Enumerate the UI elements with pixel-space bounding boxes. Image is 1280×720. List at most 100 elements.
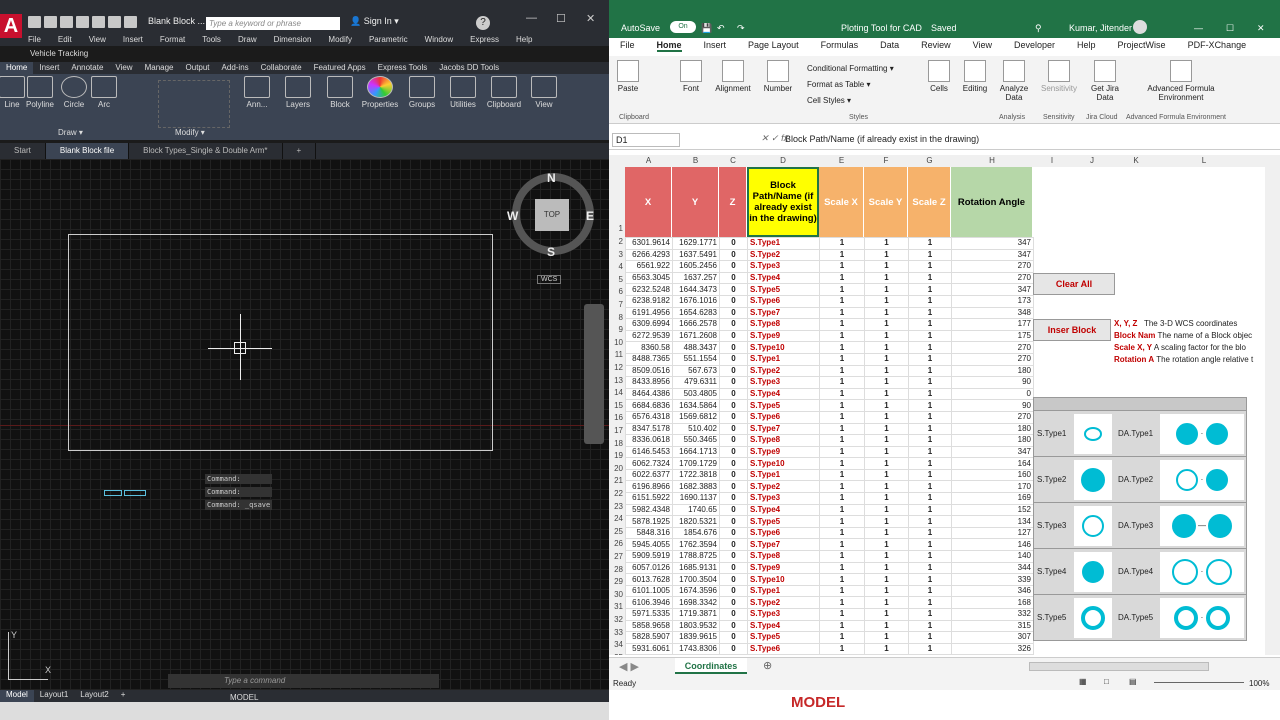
drawing-canvas[interactable]: TOP N S E W WCS	[0, 159, 609, 690]
command-input[interactable]: Type a command	[168, 674, 439, 688]
table-cell[interactable]: S.Type3	[747, 492, 820, 505]
table-cell[interactable]: 1	[864, 642, 909, 655]
advanced-formula-button[interactable]: Advanced Formula Environment	[1129, 56, 1233, 102]
arc-tool[interactable]: Arc	[84, 74, 124, 109]
table-cell[interactable]: 0	[719, 445, 748, 459]
table-cell[interactable]: 1	[908, 503, 952, 517]
row-number[interactable]: 21	[609, 476, 625, 489]
table-cell[interactable]: 6272.9539	[625, 329, 673, 343]
double-arm-icon[interactable]: ·	[1160, 551, 1244, 592]
table-cell[interactable]: 1644.3473	[672, 283, 720, 296]
panel-draw-label[interactable]: Draw ▾	[58, 128, 83, 137]
open-icon[interactable]	[44, 16, 57, 28]
table-cell[interactable]: S.Type7	[747, 538, 820, 552]
table-cell[interactable]: 1709.1729	[672, 457, 720, 470]
vehicle-tracking-menu[interactable]: Vehicle Tracking	[30, 49, 88, 58]
zoom-slider[interactable]	[1154, 682, 1244, 683]
add-sheet-button[interactable]: ⊕	[763, 659, 772, 672]
undo-icon[interactable]	[108, 16, 121, 28]
row-number[interactable]: 15	[609, 400, 625, 414]
table-cell[interactable]: 1762.3594	[672, 538, 720, 552]
table-cell[interactable]: S.Type6	[747, 294, 820, 308]
table-cell[interactable]: 567.673	[672, 364, 720, 378]
table-cell[interactable]: 1	[819, 434, 865, 447]
table-cell[interactable]: 0	[719, 468, 748, 482]
block-tool[interactable]: Block	[320, 74, 360, 109]
paste-button[interactable]: Paste	[615, 56, 641, 93]
table-cell[interactable]: 0	[719, 631, 748, 644]
table-cell[interactable]: 0	[719, 526, 748, 540]
table-cell[interactable]: S.Type7	[747, 306, 820, 320]
table-cell[interactable]: 1	[864, 538, 909, 552]
table-cell[interactable]: 1	[908, 271, 952, 285]
table-cell[interactable]: 1	[908, 538, 952, 552]
table-cell[interactable]: 347	[951, 248, 1034, 262]
minimize-icon[interactable]: —	[1194, 23, 1203, 33]
minimize-icon[interactable]: —	[526, 12, 537, 24]
view-tool[interactable]: View	[524, 74, 564, 109]
table-cell[interactable]: 1	[819, 410, 865, 424]
normal-view-icon[interactable]: ▦	[1079, 677, 1087, 686]
table-cell[interactable]: 332	[951, 608, 1034, 621]
table-cell[interactable]: 127	[951, 526, 1034, 540]
table-cell[interactable]: 1	[819, 306, 865, 320]
row-number[interactable]: 33	[609, 627, 625, 641]
table-cell[interactable]: 1	[819, 492, 865, 505]
table-cell[interactable]: 8360.58	[625, 341, 673, 354]
table-cell[interactable]: 5931.6061	[625, 642, 673, 655]
table-cell[interactable]: 347	[951, 237, 1034, 250]
table-cell[interactable]: 1	[819, 584, 865, 598]
table-cell[interactable]: 146	[951, 538, 1034, 552]
tab-file[interactable]: File	[620, 40, 635, 52]
table-cell[interactable]: 1	[864, 329, 909, 343]
column-header[interactable]: H	[951, 156, 1033, 165]
format-as-table-button[interactable]: Format as Table ▾	[807, 80, 870, 89]
tab-insert[interactable]: Insert	[33, 62, 65, 74]
tab-addins[interactable]: Add-ins	[216, 62, 255, 74]
table-cell[interactable]: 1740.65	[672, 503, 720, 517]
table-cell[interactable]: 5971.5335	[625, 608, 673, 621]
table-cell[interactable]: 307	[951, 631, 1034, 644]
analyze-data-button[interactable]: Analyze Data	[997, 56, 1031, 102]
table-cell[interactable]: 1	[864, 283, 909, 296]
table-cell[interactable]: 1	[819, 538, 865, 552]
number-button[interactable]: Number	[760, 56, 796, 93]
column-header[interactable]: J	[1071, 156, 1113, 165]
table-cell[interactable]: 6561.922	[625, 260, 673, 273]
table-cell[interactable]: 1	[819, 422, 865, 436]
page-layout-icon[interactable]: □	[1104, 677, 1109, 686]
conditional-formatting-button[interactable]: Conditional Formatting ▾	[807, 64, 894, 73]
column-header[interactable]: C	[719, 156, 747, 165]
row-number[interactable]: 16	[609, 413, 625, 426]
table-cell[interactable]: 1	[864, 584, 909, 598]
table-cell[interactable]: 1	[864, 445, 909, 459]
table-cell[interactable]: 0	[719, 608, 748, 621]
row-number[interactable]: 29	[609, 577, 625, 590]
table-cell[interactable]: 180	[951, 434, 1034, 447]
table-cell[interactable]: 1	[864, 619, 909, 633]
table-cell[interactable]: 1	[908, 399, 952, 412]
table-cell[interactable]: 1664.1713	[672, 445, 720, 459]
viewcube-west[interactable]: W	[507, 209, 518, 223]
table-cell[interactable]: 1719.3871	[672, 608, 720, 621]
editing-button[interactable]: Editing	[959, 56, 991, 93]
table-cell[interactable]: 1	[819, 283, 865, 296]
row-number[interactable]: 1	[609, 167, 625, 237]
tab-review[interactable]: Review	[921, 40, 951, 52]
tab-collaborate[interactable]: Collaborate	[255, 62, 308, 74]
table-cell[interactable]: 270	[951, 271, 1034, 285]
table-cell[interactable]: 0	[719, 352, 748, 366]
table-cell[interactable]: 6266.4293	[625, 248, 673, 262]
table-cell[interactable]: 8336.0618	[625, 434, 673, 447]
table-cell[interactable]: 1	[908, 468, 952, 482]
table-cell[interactable]: 0	[719, 283, 748, 296]
table-cell[interactable]: 1	[908, 237, 952, 250]
table-cell[interactable]: 1803.9532	[672, 619, 720, 633]
maximize-icon[interactable]: ☐	[556, 12, 566, 25]
row-number[interactable]: 35	[609, 652, 625, 655]
table-cell[interactable]: 1854.676	[672, 526, 720, 540]
table-cell[interactable]: S.Type10	[747, 573, 820, 586]
table-cell[interactable]: S.Type2	[747, 248, 820, 262]
table-cell[interactable]: 8488.7365	[625, 352, 673, 366]
navigation-bar[interactable]	[584, 304, 604, 444]
